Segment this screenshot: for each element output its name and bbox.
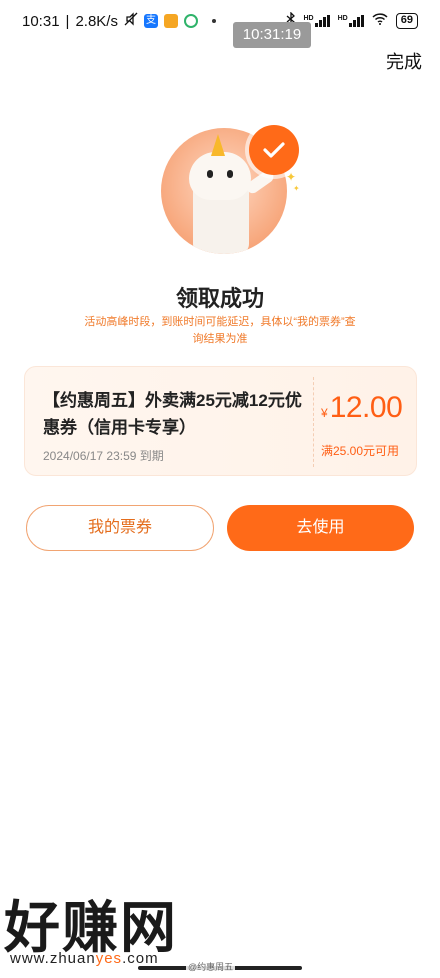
mascot-eye [227, 170, 233, 178]
signal-bars-2 [348, 14, 364, 27]
success-title: 领取成功 [175, 286, 264, 311]
check-icon [249, 125, 299, 175]
network-type-label: HD [303, 14, 314, 22]
status-separator: | [65, 12, 70, 30]
alipay-icon: 支 [143, 14, 158, 28]
app-notification-icon [163, 14, 178, 28]
coupon-divider [313, 377, 314, 467]
coupon-name: 【约惠周五】外卖满25元减12元优惠券（信用卡专享） [43, 391, 302, 437]
coupon-expiry: 2024/06/17 23:59 到期 [43, 449, 164, 463]
status-left: 10:31 | 2.8K/s 支 [22, 12, 216, 30]
mascot-horn [211, 134, 225, 156]
delay-notice: 活动高峰时段，到账时间可能延迟，具体以“我的票券”查询结果为准 [84, 316, 356, 345]
wifi-icon [372, 13, 388, 28]
mascot-eye [207, 170, 213, 178]
watermark-url-highlight: yes [95, 950, 123, 967]
status-bar: 10:31 | 2.8K/s 支 HD HD 69 [0, 0, 440, 40]
more-notifications-dot [211, 19, 216, 23]
sparkle-icon: ✦ [286, 170, 297, 184]
watermark-logo: 好赚网 [4, 896, 178, 959]
weibo-watermark: @约惠周五 [186, 960, 236, 973]
mute-icon [124, 12, 138, 30]
network-speed: 2.8K/s [75, 12, 118, 30]
signal-icon-2: HD [337, 14, 364, 27]
watermark-url-prefix: www.zhuan [10, 950, 96, 967]
coupon-value: 12.00 [329, 391, 403, 424]
coupon-amount: ¥ 12.00 [321, 391, 416, 425]
network-type-label-2: HD [337, 14, 348, 22]
battery-icon: 69 [395, 12, 418, 29]
sparkle-icon: ✦ [293, 184, 300, 193]
use-now-button[interactable]: 去使用 [227, 505, 414, 551]
watermark-url-suffix: .com [122, 950, 159, 967]
done-button[interactable]: 完成 [386, 48, 422, 74]
status-time: 10:31 [22, 12, 60, 30]
mascot-head [189, 152, 251, 200]
signal-bars [314, 14, 330, 27]
currency-symbol: ¥ [321, 406, 328, 420]
china-mobile-icon [183, 14, 198, 28]
coupon-condition: 满25.00元可用 [321, 444, 400, 458]
my-tickets-button[interactable]: 我的票券 [26, 505, 214, 551]
watermark-url: www.zhuanyes.com [10, 950, 159, 967]
coupon-card[interactable]: 【约惠周五】外卖满25元减12元优惠券（信用卡专享） 2024/06/17 23… [24, 366, 417, 476]
timestamp-overlay: 10:31:19 [233, 22, 311, 48]
